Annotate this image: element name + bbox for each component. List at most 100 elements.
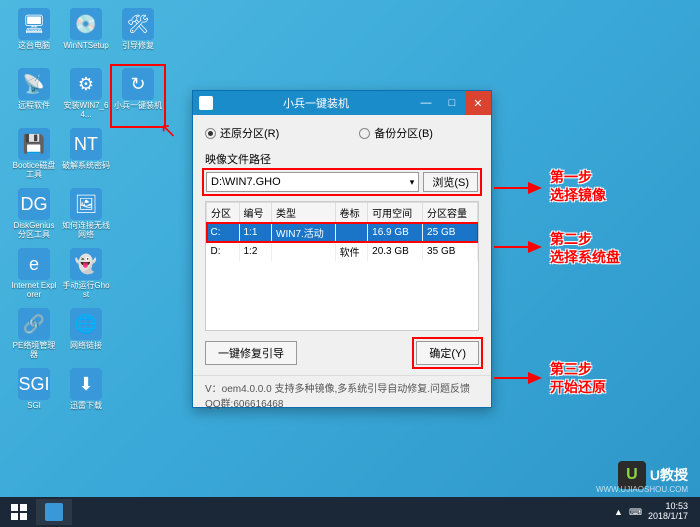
table-row[interactable]: D:1:2 软件20.3 GB35 GB [207, 242, 478, 261]
path-input[interactable]: D:\WIN7.GHO ▾ [206, 172, 419, 192]
desktop-icon[interactable]: ⚙ 安装WIN7_64... [62, 68, 110, 124]
chevron-down-icon[interactable]: ▾ [410, 177, 415, 188]
table-cell: D: [207, 242, 240, 261]
window-title: 小兵一键装机 [219, 95, 413, 111]
app-icon: 👻 [70, 248, 102, 280]
table-cell [335, 223, 368, 243]
icon-label: 这台电脑 [18, 42, 50, 51]
icon-label: 引导修复 [122, 42, 154, 51]
app-icon: ⬇ [70, 368, 102, 400]
desktop-icon[interactable]: DG DiskGenius分区工具 [10, 188, 58, 244]
table-cell: 软件 [335, 242, 368, 261]
keyboard-icon[interactable]: ⌨ [629, 507, 642, 518]
watermark: U U教授 WWW.UJIAOSHOU.COM [618, 461, 688, 489]
app-icon: 🖥 [18, 8, 50, 40]
icon-label: 手动运行Ghost [62, 282, 110, 300]
column-header[interactable]: 编号 [239, 203, 272, 223]
arrow-step2-icon [494, 237, 544, 257]
annotation-step1: 第一步 选择镜像 [550, 168, 606, 204]
column-header[interactable]: 可用空间 [368, 203, 423, 223]
app-icon: ⚙ [70, 68, 102, 100]
arrow-step3-icon [494, 368, 544, 388]
table-cell: 1:2 [239, 242, 272, 261]
icon-label: PE络境管理器 [10, 342, 58, 360]
table-cell: 25 GB [423, 223, 478, 243]
icon-label: 网络链接 [70, 342, 102, 351]
table-cell: C: [207, 223, 240, 243]
desktop-icon[interactable]: 🖥 这台电脑 [10, 8, 58, 64]
app-icon: 🖼 [70, 188, 102, 220]
taskbar: ▲ ⌨ 10:53 2018/1/17 [0, 497, 700, 527]
desktop-icon[interactable]: 🛠引导修复 [114, 8, 162, 64]
maximize-button[interactable]: □ [439, 91, 465, 115]
table-cell: 20.3 GB [368, 242, 423, 261]
desktop-icon[interactable]: 📡 远程软件 [10, 68, 58, 124]
radio-restore[interactable]: 还原分区(R) [205, 125, 279, 141]
radio-icon [359, 128, 370, 139]
pointer-arrow-icon: ↖ [160, 118, 177, 143]
icon-label: 安装WIN7_64... [62, 102, 110, 120]
button-row: 一键修复引导 确定(Y) [205, 341, 479, 365]
arrow-step1-icon [494, 178, 544, 198]
repair-boot-button[interactable]: 一键修复引导 [205, 341, 297, 365]
annotation-step2: 第二步 选择系统盘 [550, 230, 620, 266]
desktop-icon[interactable]: 🖼如何连接无线网络 [62, 188, 110, 244]
close-button[interactable]: ✕ [465, 91, 491, 115]
watermark-text: U教授 [650, 465, 688, 485]
desktop-background: 🖥 这台电脑 💿 WinNTSetup 🛠引导修复 📡 远程软件 ⚙ 安装WIN7_64...↻… [0, 0, 700, 527]
desktop-icon[interactable]: ⬇ 迅雷下载 [62, 368, 110, 424]
app-icon: 📡 [18, 68, 50, 100]
icon-label: SGI [27, 402, 41, 411]
ok-button[interactable]: 确定(Y) [416, 341, 479, 365]
browse-button[interactable]: 浏览(S) [423, 172, 478, 192]
icon-label: Internet Explorer [10, 282, 58, 300]
titlebar[interactable]: 小兵一键装机 — □ ✕ [193, 91, 491, 115]
app-icon: DG [18, 188, 50, 220]
app-icon: 🔗 [18, 308, 50, 340]
start-button[interactable] [4, 499, 34, 525]
windows-logo-icon [11, 504, 27, 520]
radio-backup[interactable]: 备份分区(B) [359, 125, 433, 141]
path-row-highlighted: D:\WIN7.GHO ▾ 浏览(S) [205, 171, 479, 193]
app-icon: 💿 [70, 8, 102, 40]
table-cell: 1:1 [239, 223, 272, 243]
mode-radios: 还原分区(R) 备份分区(B) [205, 125, 479, 141]
clock[interactable]: 10:53 2018/1/17 [648, 502, 688, 522]
taskbar-app[interactable] [36, 499, 72, 525]
table-cell [272, 242, 336, 261]
icon-label: DiskGenius分区工具 [10, 222, 58, 240]
desktop-icon[interactable]: e Internet Explorer [10, 248, 58, 304]
desktop-icon[interactable]: SGI SGI [10, 368, 58, 424]
table-cell: WIN7.活动 [272, 223, 336, 243]
app-icon: e [18, 248, 50, 280]
tray-icon[interactable]: ▲ [614, 507, 623, 517]
icon-label: WinNTSetup [63, 42, 108, 51]
installer-window: 小兵一键装机 — □ ✕ 还原分区(R) 备份分区(B) 映像文件路径 D:\W… [192, 90, 492, 408]
radio-icon [205, 128, 216, 139]
icon-label: Bootice磁盘工具 [10, 162, 58, 180]
icon-label: 远程软件 [18, 102, 50, 111]
icon-label: 迅雷下载 [70, 402, 102, 411]
system-tray[interactable]: ▲ ⌨ 10:53 2018/1/17 [614, 502, 696, 522]
desktop-icon[interactable]: 💾 Bootice磁盘工具 [10, 128, 58, 184]
app-icon: 💾 [18, 128, 50, 160]
desktop-icon[interactable]: 🌐网络链接 [62, 308, 110, 364]
desktop-icon-grid: 🖥 这台电脑 💿 WinNTSetup 🛠引导修复 📡 远程软件 ⚙ 安装WIN7_64...↻… [10, 8, 162, 424]
table-row[interactable]: C:1:1WIN7.活动16.9 GB25 GB [207, 223, 478, 243]
table-cell: 35 GB [423, 242, 478, 261]
column-header[interactable]: 类型 [272, 203, 336, 223]
app-icon: SGI [18, 368, 50, 400]
desktop-icon[interactable]: 👻 手动运行Ghost [62, 248, 110, 304]
minimize-button[interactable]: — [413, 91, 439, 115]
desktop-icon[interactable]: ↻小兵一键装机 [114, 68, 162, 124]
desktop-icon[interactable]: NT破解系统密码 [62, 128, 110, 184]
column-header[interactable]: 分区 [207, 203, 240, 223]
status-bar: V：oem4.0.0.0 支持多种镜像,多系统引导自动修复.问题反馈QQ群:60… [193, 375, 491, 414]
column-header[interactable]: 卷标 [335, 203, 368, 223]
icon-label: 小兵一键装机 [114, 102, 162, 111]
icon-label: 破解系统密码 [62, 162, 110, 171]
desktop-icon[interactable]: 🔗 PE络境管理器 [10, 308, 58, 364]
partition-table: 分区编号类型卷标可用空间分区容量 C:1:1WIN7.活动16.9 GB25 G… [206, 202, 478, 261]
desktop-icon[interactable]: 💿 WinNTSetup [62, 8, 110, 64]
column-header[interactable]: 分区容量 [423, 203, 478, 223]
